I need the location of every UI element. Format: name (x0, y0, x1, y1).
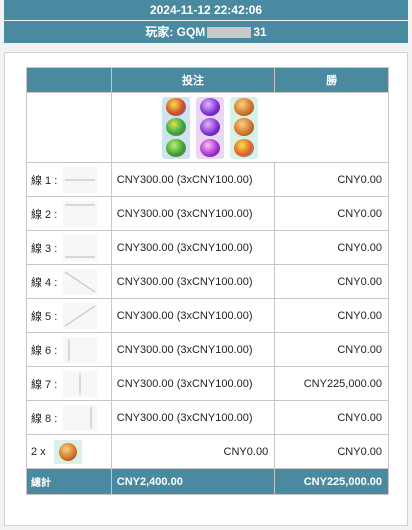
table-row: 線 6 : CNY300.00 (3xCNY100.00) CNY0.00 (26, 332, 389, 367)
line-win: CNY0.00 (274, 230, 389, 265)
symbol-ball-multicolor (233, 139, 254, 158)
line-bet: CNY300.00 (3xCNY100.00) (110, 162, 276, 197)
round-details-panel: 投注 勝 線 1: CNY300.00 (3xCNY100.00) CNY0.… (4, 52, 408, 526)
masked-player-id (207, 27, 252, 39)
line-win: CNY0.00 (274, 332, 389, 367)
reel-3 (229, 96, 258, 159)
total-bet: CNY2,400.00 (110, 468, 276, 495)
line-bet: CNY300.00 (3xCNY100.00) (110, 332, 276, 367)
reels-cell (110, 92, 390, 163)
line-label: 線 2 : (31, 208, 58, 221)
line-label: 線 8 : (31, 412, 58, 425)
scatter-label-cell: 2 x (26, 434, 112, 469)
line-win: CNY0.00 (274, 196, 389, 231)
table-header-row: 投注 勝 (26, 67, 389, 93)
line-win: CNY0.00 (274, 400, 389, 435)
total-win: CNY225,000.00 (274, 468, 389, 495)
symbol-ball-orange (233, 118, 254, 137)
scatter-row: 2 x CNY0.00 CNY0.00 (26, 434, 389, 469)
table-row: 線 2 : CNY300.00 (3xCNY100.00) CNY0.00 (26, 196, 389, 231)
line-pattern-icon (63, 404, 98, 431)
symbol-ball-green (165, 139, 186, 158)
total-row: 總計 CNY2,400.00 CNY225,000.00 (26, 468, 389, 495)
line-bet: CNY300.00 (3xCNY100.00) (110, 298, 276, 333)
col-line-header (26, 67, 112, 93)
scatter-win: CNY0.00 (274, 434, 389, 469)
col-bet-header: 投注 (110, 67, 276, 93)
line-label-cell: 線 7 : (26, 366, 112, 401)
scatter-symbol-icon (53, 439, 82, 464)
line-label: 線 6 : (31, 344, 58, 357)
line-pattern-icon (63, 234, 98, 261)
line-bet: CNY300.00 (3xCNY100.00) (110, 230, 276, 265)
line-bet: CNY300.00 (3xCNY100.00) (110, 366, 276, 401)
player-id: 玩家: GQM 31 (4, 21, 408, 43)
line-label: 線 5 : (31, 310, 58, 323)
line-label: 線 4 : (31, 276, 58, 289)
line-label-cell: 線 6 : (26, 332, 112, 367)
paylines-table: 投注 勝 線 1: CNY300.00 (3xCNY100.00) CNY0.… (26, 67, 390, 495)
line-label: 線 7 : (31, 378, 58, 391)
table-row: 線 3 : CNY300.00 (3xCNY100.00) CNY0.00 (26, 230, 389, 265)
line-win: CNY0.00 (274, 264, 389, 299)
line-label: 線 1 : (31, 174, 58, 187)
line-bet: CNY300.00 (3xCNY100.00) (110, 400, 276, 435)
scatter-bet: CNY0.00 (110, 434, 276, 469)
line-win: CNY0.00 (274, 162, 389, 197)
table-row: 線 5 : CNY300.00 (3xCNY100.00) CNY0.00 (26, 298, 389, 333)
reel-2 (195, 96, 224, 159)
symbol-ball-multicolor (165, 97, 186, 116)
line-label-cell: 線 2 : (26, 196, 112, 231)
player-suffix: 31 (253, 25, 267, 39)
line-win: CNY225,000.00 (274, 366, 389, 401)
symbol-ball-purple (199, 118, 220, 137)
line-label-cell: 線 8 : (26, 400, 112, 435)
line-pattern-icon (63, 268, 98, 295)
line-bet: CNY300.00 (3xCNY100.00) (110, 196, 276, 231)
symbol-ball-orange (233, 97, 254, 116)
table-row: 線 1 : CNY300.00 (3xCNY100.00) CNY0.00 (26, 162, 389, 197)
player-label: 玩家: GQM (145, 25, 206, 39)
line-label-cell: 線 1 : (26, 162, 112, 197)
symbol-ball-multicolor (165, 118, 186, 137)
table-row: 線 7 : CNY300.00 (3xCNY100.00) CNY225,000… (26, 366, 389, 401)
scatter-count: 2 x (31, 445, 46, 458)
line-label-cell: 線 5 : (26, 298, 112, 333)
line-bet: CNY300.00 (3xCNY100.00) (110, 264, 276, 299)
line-label-cell: 線 4 : (26, 264, 112, 299)
round-datetime: 2024-11-12 22:42:06 (4, 0, 408, 20)
line-win: CNY0.00 (274, 298, 389, 333)
table-row: 線 4 : CNY300.00 (3xCNY100.00) CNY0.00 (26, 264, 389, 299)
line-pattern-icon (63, 200, 98, 227)
symbol-ball-purple (199, 97, 220, 116)
table-row: 線 8 : CNY300.00 (3xCNY100.00) CNY0.00 (26, 400, 389, 435)
total-label: 總計 (26, 468, 112, 495)
line-label: 線 3 : (31, 242, 58, 255)
line-pattern-icon (63, 336, 98, 363)
line-pattern-icon (63, 302, 98, 329)
col-win-header: 勝 (274, 67, 389, 93)
line-pattern-icon (63, 370, 98, 397)
line-label-cell: 線 3 : (26, 230, 112, 265)
line-pattern-icon (63, 166, 98, 193)
reel-1 (161, 96, 190, 159)
reels-row (26, 92, 390, 163)
symbol-ball-purple (199, 139, 220, 158)
